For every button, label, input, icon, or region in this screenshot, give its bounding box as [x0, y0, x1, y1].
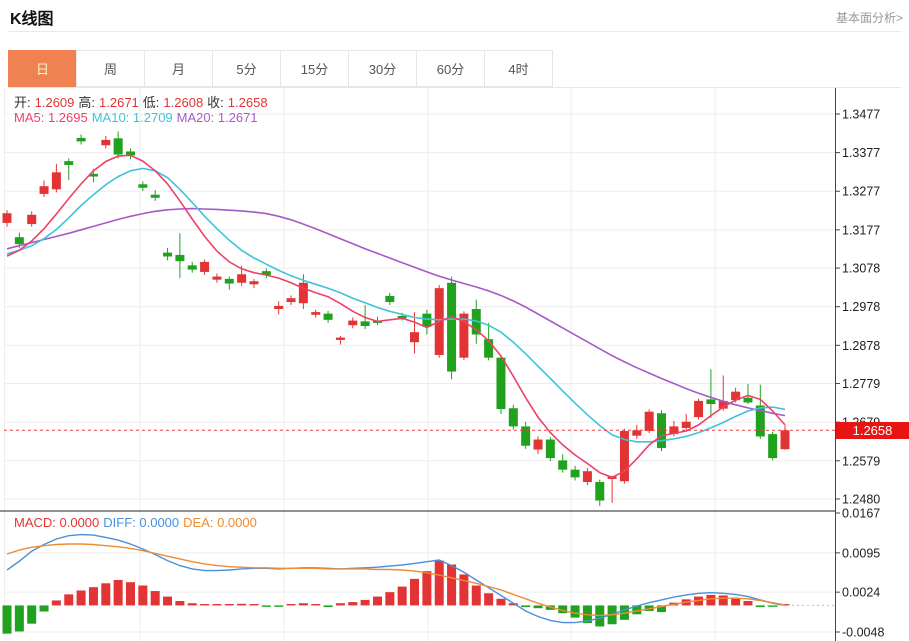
tab-30分[interactable]: 30分	[348, 50, 417, 87]
svg-text:1.3177: 1.3177	[842, 223, 880, 237]
svg-text:0.0024: 0.0024	[842, 586, 880, 600]
svg-text:1.2480: 1.2480	[842, 493, 880, 507]
tab-60分[interactable]: 60分	[416, 50, 485, 87]
svg-text:0.0167: 0.0167	[842, 507, 880, 521]
ohlc-label: 收:	[207, 95, 224, 110]
legend-item: MA5: 1.2695	[14, 110, 88, 125]
tab-月[interactable]: 月	[144, 50, 213, 87]
legend-item: DEA: 0.0000	[183, 515, 257, 530]
tab-日[interactable]: 日	[8, 50, 77, 87]
ohlc-readout: 开: 1.2609高: 1.2671 低:1.2608 收: 1.2658	[14, 92, 272, 111]
ohlc-label: 开:	[14, 95, 31, 110]
svg-text:1.2978: 1.2978	[842, 300, 880, 314]
svg-text:1.2579: 1.2579	[842, 454, 880, 468]
svg-text:1.2779: 1.2779	[842, 377, 880, 391]
svg-text:-0.0048: -0.0048	[842, 626, 884, 640]
header-divider	[8, 31, 901, 32]
tab-5分[interactable]: 5分	[212, 50, 281, 87]
macd-legend: MACD: 0.0000 DIFF: 0.0000 DEA: 0.0000	[14, 515, 261, 530]
fundamental-analysis-link[interactable]: 基本面分析>	[836, 9, 903, 26]
legend-item: MACD: 0.0000	[14, 515, 99, 530]
legend-item: MA20: 1.2671	[177, 110, 258, 125]
ma5-line	[7, 155, 785, 477]
svg-text:1.3477: 1.3477	[842, 108, 880, 122]
tab-4时[interactable]: 4时	[484, 50, 553, 87]
ma10-line	[7, 168, 785, 441]
ohlc-value: 1.2608	[163, 95, 203, 110]
ohlc-label: 高:	[78, 95, 95, 110]
ohlc-value: 1.2609	[35, 95, 75, 110]
ohlc-label: 低:	[143, 95, 160, 110]
svg-text:1.3277: 1.3277	[842, 185, 880, 199]
legend-item: DIFF: 0.0000	[103, 515, 179, 530]
ohlc-value: 1.2658	[228, 95, 268, 110]
axis-labels: 1.3477 1.3377 1.3277 1.3177 1.3078 1.2978 1.28…	[835, 108, 884, 640]
ohlc-value: 1.2671	[99, 95, 139, 110]
tab-15分[interactable]: 15分	[280, 50, 349, 87]
tab-周[interactable]: 周	[76, 50, 145, 87]
page-title: K线图	[10, 5, 54, 29]
kline-app: 1.3477 1.3377 1.3277 1.3177 1.3078 1.2978 1.28…	[0, 0, 909, 641]
last-price-tag: 1.2658	[836, 422, 909, 439]
svg-text:1.3078: 1.3078	[842, 262, 880, 276]
ma-legend: MA5: 1.2695 MA10: 1.2709 MA20: 1.2671	[14, 110, 262, 125]
svg-text:0.0095: 0.0095	[842, 546, 880, 560]
svg-text:1.2878: 1.2878	[842, 339, 880, 353]
period-tabs: 日周月5分15分30分60分4时	[8, 50, 553, 87]
legend-item: MA10: 1.2709	[92, 110, 173, 125]
dea-line	[7, 544, 785, 615]
svg-text:1.3377: 1.3377	[842, 146, 880, 160]
